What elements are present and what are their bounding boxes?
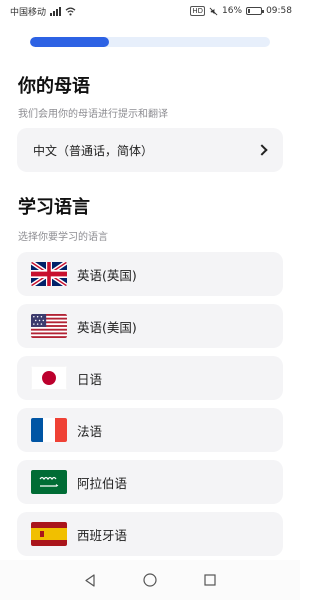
language-item-en-gb[interactable]: 英语(英国): [17, 252, 283, 296]
onboarding-progress: [30, 37, 270, 47]
battery-icon: [246, 7, 265, 15]
japan-flag-icon: [31, 366, 67, 390]
language-label: 阿拉伯语: [77, 475, 128, 491]
system-nav-bar: [0, 560, 300, 600]
us-flag-icon: [31, 314, 67, 338]
progress-fill: [30, 37, 110, 47]
language-label: 英语(美国): [77, 319, 137, 335]
uk-flag-icon: [31, 262, 67, 286]
language-label: 西班牙语: [77, 527, 128, 543]
battery-level: [248, 9, 250, 13]
language-item-en-us[interactable]: 英语(美国): [17, 304, 283, 348]
hd-badge: HD: [190, 6, 206, 16]
native-language-value: 中文（普通话，简体）: [33, 143, 154, 158]
battery-percent: 16%: [222, 6, 243, 16]
france-flag-icon: [31, 418, 67, 442]
language-item-fr[interactable]: 法语: [17, 408, 283, 452]
signal-icon: [50, 6, 62, 16]
mute-icon: [209, 7, 218, 15]
chevron-right-icon: [256, 144, 268, 156]
language-label: 日语: [77, 371, 103, 387]
native-language-subtitle: 我们会用你的母语进行提示和翻译: [18, 109, 168, 120]
language-item-ar[interactable]: 阿拉伯语: [17, 460, 283, 504]
status-bar: 中国移动 HD 16% 09:58: [0, 0, 300, 22]
language-list[interactable]: 英语(英国) 英语(美国) 日语 法语 阿拉伯语 西班牙语: [17, 252, 283, 559]
carrier-label: 中国移动: [10, 7, 47, 18]
back-icon: [85, 573, 95, 587]
native-language-selector[interactable]: 中文（普通话，简体）: [17, 128, 283, 172]
spain-flag-icon: [31, 522, 67, 546]
language-item-ja[interactable]: 日语: [17, 356, 283, 400]
home-button[interactable]: [141, 571, 159, 589]
clock: 09:58: [266, 6, 292, 16]
status-right: HD 16% 09:58: [190, 6, 292, 16]
home-icon: [143, 573, 157, 587]
status-left: 中国移动: [10, 5, 76, 18]
learn-language-subtitle: 选择你要学习的语言: [18, 232, 108, 243]
back-button[interactable]: [81, 571, 99, 589]
recents-button[interactable]: [201, 571, 219, 589]
wifi-icon: [65, 7, 76, 16]
language-label: 英语(英国): [77, 267, 137, 283]
native-language-title: 你的母语: [18, 76, 90, 97]
language-label: 法语: [77, 423, 103, 439]
saudi-flag-icon: [31, 470, 67, 494]
learn-language-title: 学习语言: [18, 197, 90, 218]
language-item-es[interactable]: 西班牙语: [17, 512, 283, 556]
recents-icon: [204, 574, 216, 586]
